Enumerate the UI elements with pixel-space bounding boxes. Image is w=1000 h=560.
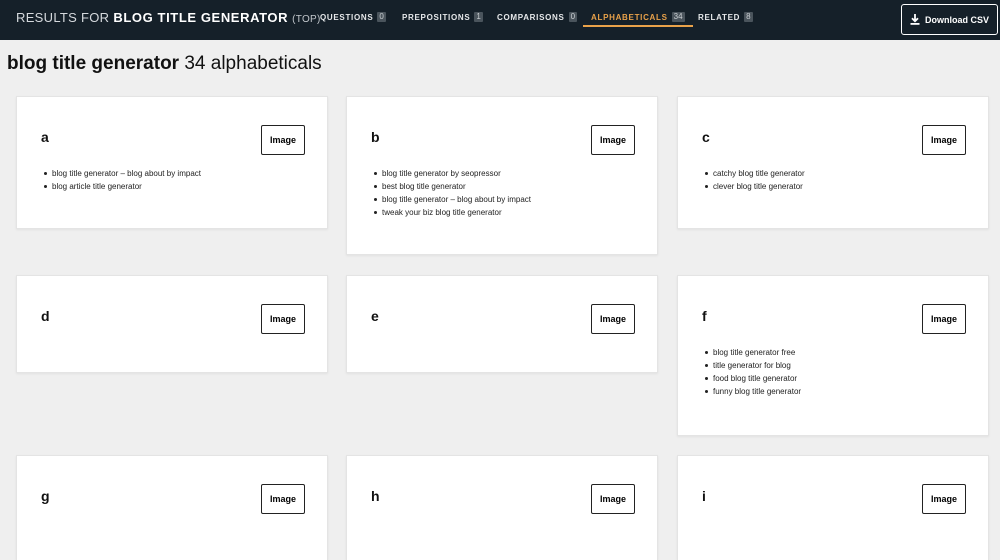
download-csv-button[interactable]: Download CSV bbox=[901, 4, 998, 35]
results-prefix: RESULTS FOR bbox=[16, 10, 110, 25]
page-title-count: 34 alphabeticals bbox=[184, 53, 322, 74]
results-title: RESULTS FOR BLOG TITLE GENERATOR (TOP) bbox=[16, 10, 321, 25]
tab-count-badge: 34 bbox=[671, 12, 685, 22]
image-button[interactable]: Image bbox=[591, 125, 635, 155]
tab-related[interactable]: RELATED 8 bbox=[698, 0, 753, 28]
tab-alphabeticals[interactable]: ALPHABETICALS 34 bbox=[583, 0, 693, 28]
card-letter: a bbox=[41, 129, 49, 145]
alphabetical-card-c: c Image catchy blog title generator clev… bbox=[677, 96, 989, 229]
tab-label: ALPHABETICALS bbox=[591, 13, 668, 22]
list-item[interactable]: best blog title generator bbox=[374, 180, 531, 193]
list-item[interactable]: blog title generator – blog about by imp… bbox=[374, 193, 531, 206]
page-title: blog title generator 34 alphabeticals bbox=[7, 53, 322, 75]
list-item[interactable]: title generator for blog bbox=[704, 359, 801, 372]
results-suffix: (TOP) bbox=[292, 14, 321, 25]
alphabetical-card-a: a Image blog title generator – blog abou… bbox=[16, 96, 328, 229]
alphabetical-card-d: d Image bbox=[16, 275, 328, 373]
alphabetical-card-e: e Image bbox=[346, 275, 658, 373]
download-icon bbox=[910, 14, 920, 25]
alphabetical-card-h: h Image bbox=[346, 455, 658, 560]
list-item[interactable]: catchy blog title generator bbox=[705, 167, 805, 180]
tab-count-badge: 8 bbox=[744, 12, 753, 22]
tab-prepositions[interactable]: PREPOSITIONS 1 bbox=[402, 0, 483, 28]
suggestion-list: catchy blog title generator clever blog … bbox=[705, 167, 805, 193]
image-button[interactable]: Image bbox=[261, 125, 305, 155]
tab-count-badge: 1 bbox=[474, 12, 483, 22]
card-letter: d bbox=[41, 308, 50, 324]
list-item[interactable]: blog article title generator bbox=[44, 180, 201, 193]
card-letter: h bbox=[371, 488, 380, 504]
results-keyword: BLOG TITLE GENERATOR bbox=[113, 10, 289, 25]
suggestion-list: blog title generator free title generato… bbox=[704, 346, 801, 398]
card-letter: f bbox=[702, 308, 707, 324]
download-csv-label: Download CSV bbox=[924, 14, 989, 25]
image-button[interactable]: Image bbox=[591, 484, 635, 514]
tab-label: QUESTIONS bbox=[320, 13, 374, 22]
card-letter: g bbox=[41, 488, 50, 504]
image-button[interactable]: Image bbox=[261, 484, 305, 514]
image-button[interactable]: Image bbox=[922, 484, 966, 514]
list-item[interactable]: food blog title generator bbox=[704, 372, 801, 385]
top-bar: RESULTS FOR BLOG TITLE GENERATOR (TOP) QUE… bbox=[0, 0, 1000, 40]
list-item[interactable]: blog title generator – blog about by imp… bbox=[44, 167, 201, 180]
suggestion-list: blog title generator – blog about by imp… bbox=[44, 167, 201, 193]
alphabetical-card-g: g Image bbox=[16, 455, 328, 560]
list-item[interactable]: blog title generator by seopressor bbox=[374, 167, 531, 180]
image-button[interactable]: Image bbox=[922, 125, 966, 155]
list-item[interactable]: clever blog title generator bbox=[705, 180, 805, 193]
card-letter: c bbox=[702, 129, 710, 145]
suggestion-list: blog title generator by seopressor best … bbox=[374, 167, 531, 219]
list-item[interactable]: tweak your biz blog title generator bbox=[374, 206, 531, 219]
tab-comparisons[interactable]: COMPARISONS 0 bbox=[497, 0, 578, 28]
tab-label: PREPOSITIONS bbox=[402, 13, 471, 22]
tab-label: RELATED bbox=[698, 13, 741, 22]
page-title-keyword: blog title generator bbox=[7, 53, 180, 74]
image-button[interactable]: Image bbox=[261, 304, 305, 334]
image-button[interactable]: Image bbox=[922, 304, 966, 334]
image-button[interactable]: Image bbox=[591, 304, 635, 334]
alphabetical-card-f: f Image blog title generator free title … bbox=[677, 275, 989, 436]
tab-questions[interactable]: QUESTIONS 0 bbox=[320, 0, 386, 28]
list-item[interactable]: funny blog title generator bbox=[704, 385, 801, 398]
card-letter: e bbox=[371, 308, 379, 324]
list-item[interactable]: blog title generator free bbox=[704, 346, 801, 359]
card-letter: i bbox=[702, 488, 706, 504]
tab-label: COMPARISONS bbox=[497, 13, 565, 22]
card-letter: b bbox=[371, 129, 380, 145]
alphabetical-card-i: i Image bbox=[677, 455, 989, 560]
tab-count-badge: 0 bbox=[568, 12, 578, 22]
alphabetical-card-b: b Image blog title generator by seopress… bbox=[346, 96, 658, 255]
tab-count-badge: 0 bbox=[377, 12, 386, 22]
